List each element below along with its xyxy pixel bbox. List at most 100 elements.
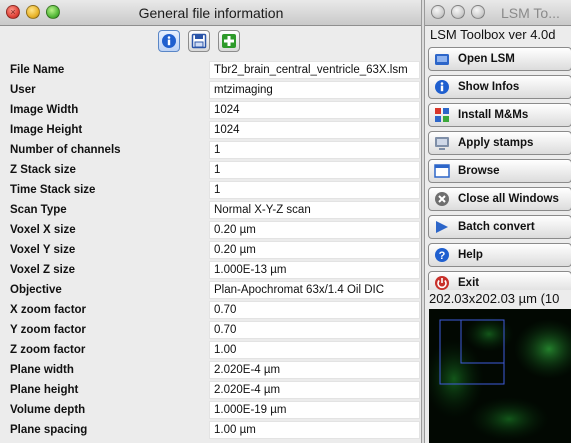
info-row: Scan Type Normal X-Y-Z scan: [0, 200, 421, 220]
info-row-value[interactable]: Tbr2_brain_central_ventricle_63X.lsm: [209, 61, 420, 79]
browse-button[interactable]: Browse: [428, 159, 571, 183]
info-row-value[interactable]: Plan-Apochromat 63x/1.4 Oil DIC: [209, 281, 420, 299]
info-button[interactable]: [158, 30, 180, 52]
save-icon: [191, 33, 207, 49]
toolbox-button-label: Close all Windows: [458, 193, 559, 205]
svg-text:?: ?: [439, 250, 446, 262]
toolbox-close-button[interactable]: [431, 5, 445, 19]
info-row-value[interactable]: 1: [209, 181, 420, 199]
info-row-label: Plane height: [10, 384, 79, 396]
apply-stamps-button[interactable]: Apply stamps: [428, 131, 571, 155]
info-row: Objective Plan-Apochromat 63x/1.4 Oil DIC: [0, 280, 421, 300]
info-row: Image Height 1024: [0, 120, 421, 140]
toolbox-window-controls: [431, 5, 485, 19]
info-row: Z Stack size 1: [0, 160, 421, 180]
info-row: Plane spacing 1.00 µm: [0, 420, 421, 440]
info-row-value[interactable]: 0.70: [209, 301, 420, 319]
install-mandms-button[interactable]: Install M&Ms: [428, 103, 571, 127]
info-row: Voxel Z size 1.000E-13 µm: [0, 260, 421, 280]
info-row-value[interactable]: 1.000E-13 µm: [209, 261, 420, 279]
install-icon: [433, 106, 451, 124]
help-button[interactable]: ? Help: [428, 243, 571, 267]
info-row-label: File Name: [10, 64, 65, 76]
toolbox-menu: Open LSM Show Infos Install M&Ms Apply stam…: [428, 43, 571, 290]
info-row: X zoom factor 0.70: [0, 300, 421, 320]
info-row-label: Number of channels: [10, 144, 121, 156]
toolbox-window-title: LSM To...: [501, 5, 560, 21]
info-row-value[interactable]: Normal X-Y-Z scan: [209, 201, 420, 219]
info-row-label: Plane width: [10, 364, 74, 376]
stamp-icon: [433, 134, 451, 152]
toolbox-zoom-button[interactable]: [471, 5, 485, 19]
close-all-windows-button[interactable]: Close all Windows: [428, 187, 571, 211]
info-row-value[interactable]: 2.020E-4 µm: [209, 381, 420, 399]
info-titlebar[interactable]: × General file information: [0, 0, 421, 26]
info-toolbar: [158, 30, 240, 52]
exit-icon: [433, 274, 451, 290]
info-row: Volume depth 1.000E-19 µm: [0, 400, 421, 420]
info-row: User mtzimaging: [0, 80, 421, 100]
add-icon: [222, 34, 236, 48]
toolbox-titlebar[interactable]: LSM To...: [425, 0, 571, 26]
info-row-value[interactable]: 0.20 µm: [209, 221, 420, 239]
info-row-label: Z Stack size: [10, 164, 76, 176]
info-window: × General file information File Name Tbr2…: [0, 0, 422, 443]
toolbox-button-label: Apply stamps: [458, 137, 534, 149]
info-row-label: Voxel X size: [10, 224, 76, 236]
help-icon: ?: [433, 246, 451, 264]
info-row: Plane height 2.020E-4 µm: [0, 380, 421, 400]
info-row: Image Width 1024: [0, 100, 421, 120]
toolbox-version-label: LSM Toolbox ver 4.0d: [430, 27, 556, 42]
info-row-value[interactable]: 1: [209, 141, 420, 159]
info-row-value[interactable]: 1: [209, 161, 420, 179]
info-row-label: Image Width: [10, 104, 79, 116]
file-info-table: File Name Tbr2_brain_central_ventricle_63…: [0, 60, 421, 440]
info-row: Time Stack size 1: [0, 180, 421, 200]
info-row: Voxel X size 0.20 µm: [0, 220, 421, 240]
info-row-label: Voxel Y size: [10, 244, 76, 256]
info-icon: [433, 78, 451, 96]
info-row-label: Volume depth: [10, 404, 86, 416]
toolbox-button-label: Open LSM: [458, 53, 515, 65]
info-row-value[interactable]: 1024: [209, 101, 420, 119]
info-row-value[interactable]: 0.70: [209, 321, 420, 339]
image-canvas[interactable]: [429, 309, 571, 443]
toolbox-minimize-button[interactable]: [451, 5, 465, 19]
toolbox-button-label: Browse: [458, 165, 500, 177]
info-row: Plane width 2.020E-4 µm: [0, 360, 421, 380]
batch-convert-button[interactable]: Batch convert: [428, 215, 571, 239]
info-row-value[interactable]: 1.00 µm: [209, 421, 420, 439]
toolbox-button-label: Exit: [458, 277, 480, 289]
info-row-label: Objective: [10, 284, 62, 296]
info-row-label: X zoom factor: [10, 304, 87, 316]
info-row-label: Voxel Z size: [10, 264, 75, 276]
info-row: Z zoom factor 1.00: [0, 340, 421, 360]
open-icon: [433, 50, 451, 68]
info-row-label: Image Height: [10, 124, 83, 136]
info-row-value[interactable]: 1024: [209, 121, 420, 139]
info-row-label: Y zoom factor: [10, 324, 86, 336]
browse-icon: [433, 162, 451, 180]
info-row-value[interactable]: mtzimaging: [209, 81, 420, 99]
batch-icon: [433, 218, 451, 236]
info-row-label: Z zoom factor: [10, 344, 86, 356]
image-dimensions: 202.03x202.03 µm (10: [429, 291, 560, 306]
info-row-value[interactable]: 1.00: [209, 341, 420, 359]
info-row: Y zoom factor 0.70: [0, 320, 421, 340]
toolbox-button-label: Help: [458, 249, 483, 261]
open-lsm-button[interactable]: Open LSM: [428, 47, 571, 71]
info-row-value[interactable]: 1.000E-19 µm: [209, 401, 420, 419]
info-row-label: User: [10, 84, 36, 96]
info-row-value[interactable]: 2.020E-4 µm: [209, 361, 420, 379]
close-all-icon: [433, 190, 451, 208]
save-button[interactable]: [188, 30, 210, 52]
info-row-value[interactable]: 0.20 µm: [209, 241, 420, 259]
info-row: File Name Tbr2_brain_central_ventricle_63…: [0, 60, 421, 80]
show-infos-button[interactable]: Show Infos: [428, 75, 571, 99]
exit-button[interactable]: Exit: [428, 271, 571, 290]
info-row: Voxel Y size 0.20 µm: [0, 240, 421, 260]
info-window-title: General file information: [138, 5, 284, 21]
add-button[interactable]: [218, 30, 240, 52]
info-row-label: Scan Type: [10, 204, 67, 216]
toolbox-button-label: Install M&Ms: [458, 109, 529, 121]
